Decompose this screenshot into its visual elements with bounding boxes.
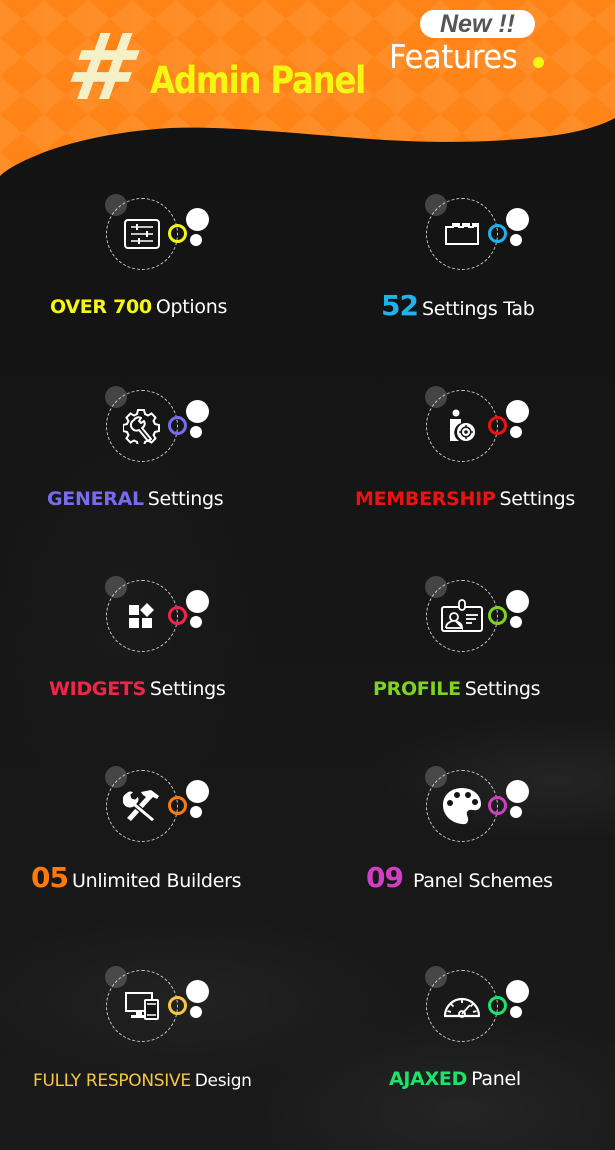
feature-highlight: 09 <box>366 861 404 894</box>
decor-dot-small <box>190 426 202 438</box>
accent-ring <box>168 796 187 815</box>
feature-schemes <box>410 766 615 926</box>
feature-highlight: GENERAL <box>47 488 144 510</box>
decor-dot-small <box>190 1006 202 1018</box>
accent-ring <box>168 224 187 243</box>
feature-label-builders: 05 Unlimited Builders <box>31 861 242 894</box>
feature-icon-group <box>410 966 540 1056</box>
decor-dot-small <box>510 234 522 246</box>
feature-builders <box>90 766 390 926</box>
feature-highlight: PROFILE <box>373 678 461 700</box>
decor-dot-large <box>506 980 529 1003</box>
accent-ring <box>488 796 507 815</box>
accent-ring <box>488 996 507 1015</box>
accent-ring <box>488 416 507 435</box>
decor-dot-large <box>506 400 529 423</box>
feature-settings-tab <box>410 194 615 354</box>
decor-dot-large <box>186 980 209 1003</box>
feature-ajaxed <box>410 966 615 1126</box>
feature-label-settings-tab: 52 Settings Tab <box>381 292 535 320</box>
decor-dot-large <box>186 590 209 613</box>
feature-text: Design <box>194 1071 252 1091</box>
feature-text: Settings <box>464 678 541 700</box>
accent-ring <box>488 224 507 243</box>
feature-label-widgets: WIDGETS Settings <box>49 678 226 700</box>
feature-highlight: 52 <box>381 289 419 322</box>
feature-highlight: FULLY RESPONSIVE <box>33 1071 191 1091</box>
feature-icon-group <box>90 576 220 666</box>
feature-label-membership: MEMBERSHIP Settings <box>355 490 575 509</box>
feature-text: Settings <box>499 488 575 510</box>
feature-icon-group <box>410 576 540 666</box>
decor-dot-small <box>190 806 202 818</box>
feature-label-general: GENERAL Settings <box>47 488 224 510</box>
features-dot <box>533 57 544 68</box>
feature-general <box>90 386 390 546</box>
decor-dot-large <box>186 400 209 423</box>
feature-icon-group <box>90 966 220 1056</box>
decor-dot-large <box>186 780 209 803</box>
new-badge: New !! <box>420 10 535 38</box>
feature-highlight: 05 <box>31 861 69 894</box>
header-banner: # Admin Panel New !! Features <box>0 0 615 180</box>
decor-dot-small <box>510 616 522 628</box>
feature-icon-group <box>410 766 540 856</box>
feature-label-responsive: FULLY RESPONSIVE Design <box>33 1073 252 1090</box>
decor-dot-small <box>510 1006 522 1018</box>
decor-dot-large <box>186 208 209 231</box>
feature-label-schemes: 09 Panel Schemes <box>366 864 553 892</box>
feature-profile <box>410 576 615 736</box>
decor-dot-large <box>506 780 529 803</box>
feature-highlight: WIDGETS <box>49 678 146 700</box>
accent-ring <box>168 416 187 435</box>
page-title: Admin Panel <box>150 59 366 102</box>
feature-membership <box>410 386 615 546</box>
decor-dot-small <box>510 806 522 818</box>
feature-label-ajaxed: AJAXED Panel <box>389 1070 521 1089</box>
feature-text: Settings <box>149 678 226 700</box>
feature-text: Panel Schemes <box>412 870 553 892</box>
feature-text: Settings Tab <box>421 298 535 320</box>
accent-ring <box>168 996 187 1015</box>
hash-symbol: # <box>60 14 136 121</box>
accent-ring <box>168 606 187 625</box>
accent-ring <box>488 606 507 625</box>
feature-highlight: OVER 700 <box>50 296 152 318</box>
decor-dot-small <box>190 616 202 628</box>
feature-options <box>90 194 390 354</box>
feature-icon-group <box>90 386 220 476</box>
feature-icon-group <box>410 386 540 476</box>
feature-highlight: MEMBERSHIP <box>355 488 496 510</box>
feature-text: Panel <box>471 1068 521 1090</box>
feature-icon-group <box>90 194 220 284</box>
decor-dot-small <box>510 426 522 438</box>
feature-icon-group <box>410 194 540 284</box>
feature-responsive <box>90 966 390 1126</box>
features-subtitle: Features <box>389 37 518 76</box>
feature-widgets <box>90 576 390 736</box>
feature-text: Unlimited Builders <box>71 870 242 892</box>
feature-icon-group <box>90 766 220 856</box>
decor-dot-large <box>506 590 529 613</box>
feature-text: Settings <box>147 488 224 510</box>
feature-label-profile: PROFILE Settings <box>373 678 541 700</box>
feature-highlight: AJAXED <box>389 1068 468 1090</box>
decor-dot-small <box>190 234 202 246</box>
decor-dot-large <box>506 208 529 231</box>
feature-text: Options <box>155 296 228 318</box>
feature-label-options: OVER 700 Options <box>50 298 227 317</box>
